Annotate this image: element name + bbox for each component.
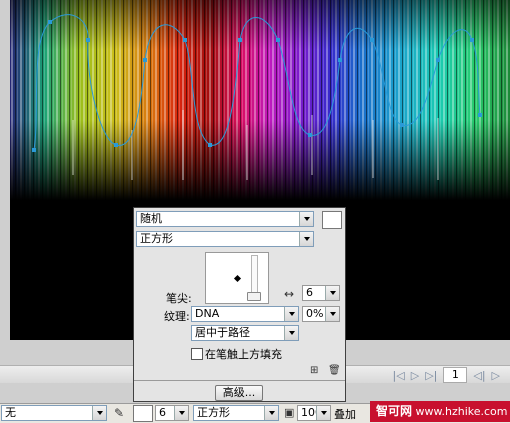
chevron-down-icon[interactable] (316, 406, 330, 420)
chevron-down-icon[interactable] (284, 326, 298, 340)
chevron-down-icon[interactable] (325, 307, 339, 321)
tip-preview-dot (233, 274, 242, 283)
fill-select[interactable]: 无 (1, 405, 107, 421)
frame-number[interactable]: 1 (443, 367, 468, 383)
chevron-down-icon[interactable] (174, 406, 188, 420)
tip-size-input[interactable]: 6 (302, 285, 340, 301)
texture-label: 纹理: (164, 310, 190, 323)
watermark-logo: 智可网 (376, 404, 413, 418)
first-frame-icon[interactable]: |◁ (393, 369, 405, 382)
stroke-shape-value: 正方形 (197, 406, 230, 419)
stroke-size-value: 6 (159, 406, 166, 419)
texture-amount-input[interactable]: 0% (302, 306, 340, 322)
next-frame-icon[interactable]: ▷ (492, 369, 500, 382)
fill-over-stroke-checkbox[interactable] (191, 348, 203, 360)
blend-mode-label[interactable]: 叠加 (334, 406, 356, 422)
tip-label: 笔尖: (166, 292, 192, 305)
chevron-down-icon[interactable] (325, 286, 339, 300)
chevron-down-icon[interactable] (284, 307, 298, 321)
stroke-options-panel: 随机 正方形 笔尖: ↔ 6 纹理: DNA 0% 居中于路径 在笔触上方填充 … (133, 207, 346, 402)
texture-value: DNA (195, 307, 220, 320)
stroke-placement-value: 居中于路径 (195, 326, 250, 339)
stroke-category-value: 随机 (140, 212, 162, 225)
double-arrow-icon: ↔ (284, 287, 295, 301)
fill-over-stroke-label: 在笔触上方填充 (205, 348, 282, 361)
panel-divider (134, 380, 345, 381)
pencil-icon: ✎ (114, 406, 125, 420)
workspace: |◁ ▷ ▷| 1 ◁| ▷ 随机 正方形 笔尖: ↔ 6 纹理: DNA 0%… (0, 0, 510, 423)
frame-controls: |◁ ▷ ▷| 1 ◁| ▷ (393, 367, 500, 383)
last-frame-icon[interactable]: ▷| (425, 369, 437, 382)
stroke-placement-select[interactable]: 居中于路径 (191, 325, 299, 341)
chevron-down-icon[interactable] (299, 212, 313, 226)
chevron-down-icon[interactable] (299, 232, 313, 246)
tip-size-value: 6 (306, 286, 313, 299)
opacity-input[interactable]: 100 (297, 405, 331, 421)
advanced-button[interactable]: 高级... (215, 385, 263, 401)
stroke-shape-select[interactable]: 正方形 (193, 405, 279, 421)
stroke-color-button[interactable] (133, 405, 153, 422)
site-watermark: 智可网 www.hzhike.com (370, 401, 510, 422)
new-brush-icon[interactable]: ⊞ (310, 365, 318, 376)
stroke-size-input[interactable]: 6 (155, 405, 189, 421)
play-icon[interactable]: ▷ (411, 369, 419, 382)
stroke-color-swatch[interactable] (322, 211, 342, 229)
stroke-category-select[interactable]: 随机 (136, 211, 314, 227)
watermark-url: www.hzhike.com (415, 405, 508, 418)
texture-select[interactable]: DNA (191, 306, 299, 322)
chevron-down-icon[interactable] (264, 406, 278, 420)
fill-value: 无 (5, 406, 16, 419)
tip-size-slider-thumb[interactable] (247, 292, 261, 301)
trash-icon[interactable]: 🗑 (328, 365, 341, 376)
tip-shape-value: 正方形 (140, 232, 173, 245)
texture-amount-value: 0% (306, 307, 324, 320)
chevron-down-icon[interactable] (92, 406, 106, 420)
tip-shape-select[interactable]: 正方形 (136, 231, 314, 247)
lock-icon[interactable]: ▣ (284, 406, 294, 419)
prev-frame-icon[interactable]: ◁| (473, 369, 485, 382)
